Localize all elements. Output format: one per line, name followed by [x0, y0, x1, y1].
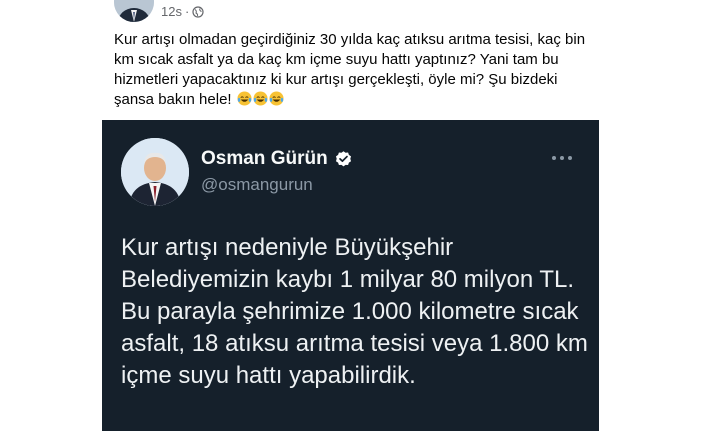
author-name-text[interactable]: Osman Gürün [201, 148, 328, 170]
more-options-icon[interactable] [550, 150, 574, 160]
tweet-text: Kur artışı nedeniyle Büyükşehir Belediye… [121, 234, 588, 389]
post-text: Kur artışı olmadan geçirdiğiniz 30 yılda… [114, 31, 586, 108]
meta-separator: · [184, 4, 190, 19]
post-timestamp[interactable]: 12s [161, 4, 182, 19]
tweet-author-handle[interactable]: @osmangurun [201, 175, 313, 195]
laughing-tears-emoji-icon [253, 91, 268, 106]
tweet-author-name: Osman Gürün [201, 148, 353, 170]
globe-icon[interactable] [192, 5, 204, 18]
embedded-tweet-screenshot: Osman Gürün @osmangurun Kur artışı neden… [102, 120, 599, 431]
poster-avatar[interactable] [114, 0, 154, 22]
laughing-tears-emoji-icon [269, 91, 284, 106]
laughing-tears-emoji-icon [237, 91, 252, 106]
verified-badge-icon [334, 150, 353, 169]
post-body: Kur artışı olmadan geçirdiğiniz 30 yılda… [114, 30, 592, 110]
post-meta: 12s · [161, 4, 204, 19]
tweet-avatar[interactable] [121, 138, 189, 206]
